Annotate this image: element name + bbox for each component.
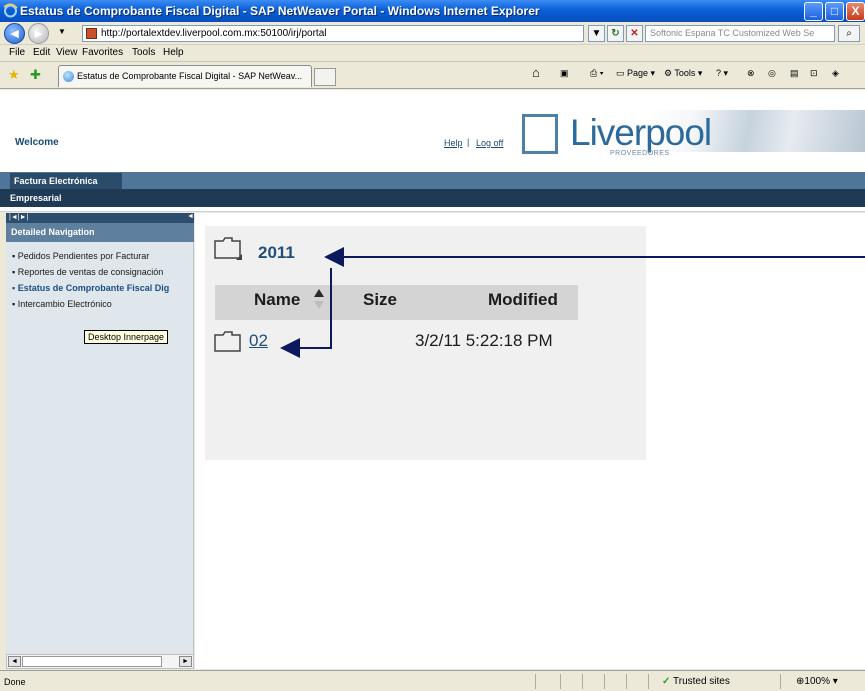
- status-divider: [780, 674, 781, 689]
- status-divider: [535, 674, 536, 689]
- annotation-arrows: [280, 247, 865, 358]
- arrow-to-folder-02: [280, 268, 332, 358]
- status-divider: [626, 674, 627, 689]
- status-bar: Done ✓ Trusted sites ⊕100% ▾: [0, 670, 865, 691]
- status-divider: [582, 674, 583, 689]
- status-divider: [604, 674, 605, 689]
- zoom-level[interactable]: ⊕100% ▾: [796, 676, 838, 687]
- security-zone[interactable]: ✓ Trusted sites: [662, 676, 730, 687]
- status-divider: [560, 674, 561, 689]
- status-divider: [648, 674, 649, 689]
- checkmark-icon: ✓: [662, 676, 671, 687]
- status-text: Done: [4, 677, 26, 687]
